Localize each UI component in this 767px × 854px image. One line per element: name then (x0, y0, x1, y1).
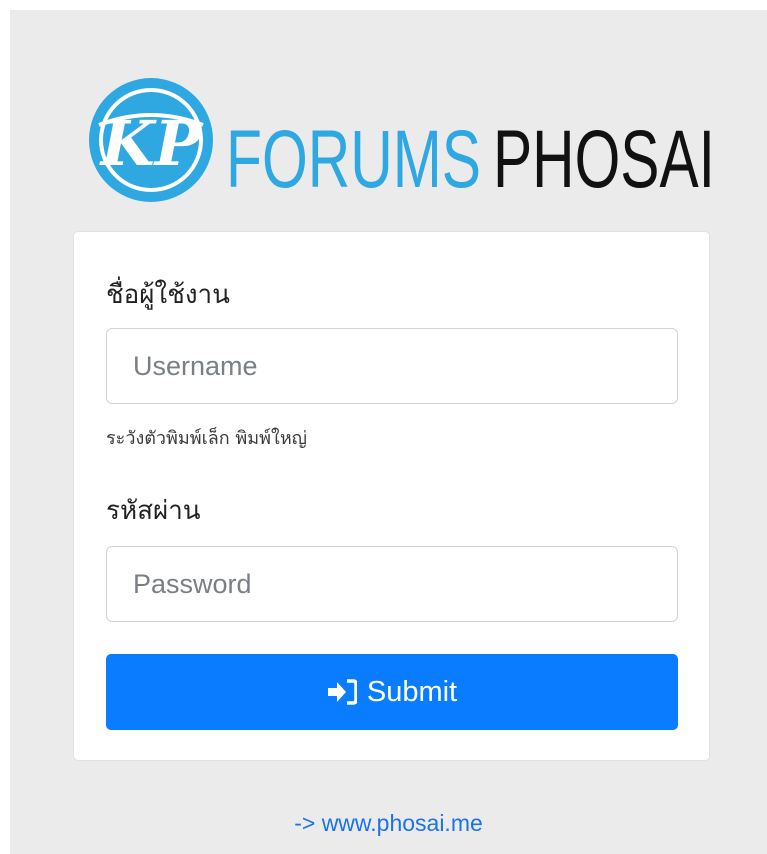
phosai-link[interactable]: -> www.phosai.me (10, 810, 767, 837)
submit-button[interactable]: Submit (106, 654, 678, 730)
username-hint: ระวังตัวพิมพ์เล็ก พิมพ์ใหญ่ (106, 428, 308, 449)
username-input[interactable] (106, 328, 678, 404)
page-background: KP FORUMS PHOSAI ชื่อผู้ใช้งาน ระวังตัวพ… (10, 10, 767, 854)
username-label: ชื่อผู้ใช้งาน (106, 280, 230, 310)
submit-label: Submit (366, 675, 458, 708)
svg-text:KP: KP (99, 107, 204, 180)
login-form: ชื่อผู้ใช้งาน ระวังตัวพิมพ์เล็ก พิมพ์ใหญ… (73, 231, 710, 761)
password-input[interactable] (106, 546, 678, 622)
password-label: รหัสผ่าน (106, 496, 201, 526)
sign-in-icon (327, 678, 357, 706)
logo-emblem-icon: KP (89, 78, 213, 202)
svg-text:FORUMS: FORUMS (226, 114, 481, 205)
svg-text:PHOSAI: PHOSAI (493, 114, 715, 205)
forums-phosai-logo: KP FORUMS PHOSAI (81, 65, 721, 215)
